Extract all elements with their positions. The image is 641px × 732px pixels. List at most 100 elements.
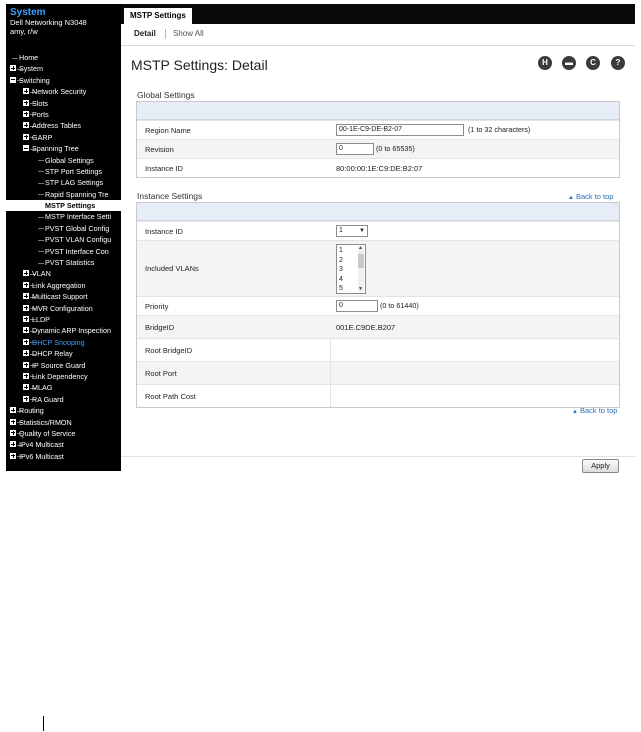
tree-connector xyxy=(12,57,18,59)
vlan-option[interactable]: 4 xyxy=(339,275,343,285)
root-port-label: Root Port xyxy=(145,369,177,378)
back-to-top-link[interactable]: ▲ Back to top xyxy=(568,192,613,201)
nav-item-dynamic-arp-inspection[interactable]: Dynamic ARP Inspection xyxy=(6,325,121,336)
expand-icon[interactable] xyxy=(23,304,29,311)
scroll-up-icon[interactable]: ▲ xyxy=(358,246,363,251)
nav-item-ipv4-multicast[interactable]: IPv4 Multicast xyxy=(6,439,121,450)
nav-item-pvst-global-config[interactable]: PVST Global Config xyxy=(6,223,121,234)
nav-item-label: LLDP xyxy=(32,314,50,324)
help-icon[interactable]: ? xyxy=(611,56,625,70)
nav-item-pvst-interface-con[interactable]: PVST Interface Con xyxy=(6,246,121,257)
save-icon[interactable]: H xyxy=(538,56,552,70)
scroll-thumb[interactable] xyxy=(358,254,364,268)
nav-item-ra-guard[interactable]: RA Guard xyxy=(6,394,121,405)
subtab-detail[interactable]: Detail xyxy=(134,28,156,40)
nav-item-ip-source-guard[interactable]: IP Source Guard xyxy=(6,360,121,371)
priority-input[interactable]: 0 xyxy=(336,300,378,312)
expand-icon[interactable] xyxy=(10,429,16,436)
nav-item-dhcp-relay[interactable]: DHCP Relay xyxy=(6,348,121,359)
nav-item-label: STP LAG Settings xyxy=(45,178,104,188)
nav-item-routing[interactable]: Routing xyxy=(6,405,121,416)
scroll-down-icon[interactable]: ▼ xyxy=(358,287,363,292)
instance-settings-title: Instance Settings xyxy=(137,191,203,201)
nav-item-switching[interactable]: Switching xyxy=(6,75,121,86)
navigation-sidebar: System Dell Networking N3048 amy, r/w Ho… xyxy=(6,4,121,471)
expand-icon[interactable] xyxy=(10,441,16,448)
expand-icon[interactable] xyxy=(23,315,29,322)
expand-icon[interactable] xyxy=(10,407,16,414)
nav-item-ipv6-multicast[interactable]: IPv6 Multicast xyxy=(6,451,121,462)
expand-icon[interactable] xyxy=(23,99,29,106)
nav-item-mstp-settings[interactable]: MSTP Settings xyxy=(6,200,121,212)
nav-item-multicast-support[interactable]: Multicast Support xyxy=(6,291,121,302)
nav-item-garp[interactable]: GARP xyxy=(6,132,121,143)
apply-button[interactable]: Apply xyxy=(582,459,619,473)
nav-item-lldp[interactable]: LLDP xyxy=(6,314,121,325)
expand-icon[interactable] xyxy=(23,361,29,368)
expand-icon[interactable] xyxy=(23,395,29,402)
nav-item-link-aggregation[interactable]: Link Aggregation xyxy=(6,280,121,291)
vlan-option[interactable]: 5 xyxy=(339,284,343,294)
refresh-icon[interactable]: C xyxy=(586,56,600,70)
expand-icon[interactable] xyxy=(10,65,16,72)
expand-icon[interactable] xyxy=(23,384,29,391)
instance-id-select[interactable]: 1 ▼ xyxy=(336,225,368,237)
nav-item-mvr-configuration[interactable]: MVR Configuration xyxy=(6,303,121,314)
included-vlans-row: Included VLANs 1 2 3 4 5 ▲ ▼ xyxy=(137,240,619,296)
expand-icon[interactable] xyxy=(23,270,29,277)
expand-icon[interactable] xyxy=(23,372,29,379)
collapse-icon[interactable] xyxy=(23,145,29,152)
expand-icon[interactable] xyxy=(23,293,29,300)
expand-icon[interactable] xyxy=(23,88,29,95)
nav-item-pvst-vlan-configu[interactable]: PVST VLAN Configu xyxy=(6,234,121,245)
expand-icon[interactable] xyxy=(23,327,29,334)
tree-connector xyxy=(38,194,44,196)
root-port-row: Root Port xyxy=(137,361,619,384)
nav-item-home[interactable]: Home xyxy=(6,52,121,63)
nav-item-link-dependency[interactable]: Link Dependency xyxy=(6,371,121,382)
nav-item-mlag[interactable]: MLAG xyxy=(6,382,121,393)
tab-mstp-settings[interactable]: MSTP Settings xyxy=(124,8,192,24)
nav-item-stp-lag-settings[interactable]: STP LAG Settings xyxy=(6,177,121,188)
print-icon[interactable]: ▬ xyxy=(562,56,576,70)
tree-connector xyxy=(38,251,44,253)
expand-icon[interactable] xyxy=(23,133,29,140)
nav-item-dhcp-snooping[interactable]: DHCP Snooping xyxy=(6,337,121,348)
nav-item-address-tables[interactable]: Address Tables xyxy=(6,120,121,131)
revision-input[interactable]: 0 xyxy=(336,143,374,155)
expand-icon[interactable] xyxy=(23,350,29,357)
nav-item-global-settings[interactable]: Global Settings xyxy=(6,155,121,166)
nav-item-mstp-interface-setti[interactable]: MSTP Interface Setti xyxy=(6,211,121,222)
nav-item-pvst-statistics[interactable]: PVST Statistics xyxy=(6,257,121,268)
back-to-top-link[interactable]: ▲ Back to top xyxy=(572,406,617,415)
subtab-show-all[interactable]: Show All xyxy=(173,28,204,40)
expand-icon[interactable] xyxy=(23,338,29,345)
nav-item-network-security[interactable]: Network Security xyxy=(6,86,121,97)
nav-item-label: STP Port Settings xyxy=(45,166,102,176)
region-name-input[interactable]: 00-1E-C9-DE-B2-07 xyxy=(336,124,464,136)
nav-item-stp-port-settings[interactable]: STP Port Settings xyxy=(6,166,121,177)
nav-item-system[interactable]: System xyxy=(6,63,121,74)
nav-item-spanning-tree[interactable]: Spanning Tree xyxy=(6,143,121,154)
listbox-scrollbar[interactable]: ▲ ▼ xyxy=(358,246,364,292)
expand-icon[interactable] xyxy=(10,452,16,459)
expand-icon[interactable] xyxy=(23,122,29,129)
included-vlans-listbox[interactable]: 1 2 3 4 5 ▲ ▼ xyxy=(336,244,366,294)
nav-item-quality-of-service[interactable]: Quality of Service xyxy=(6,428,121,439)
vlan-option[interactable]: 3 xyxy=(339,265,343,275)
expand-icon[interactable] xyxy=(23,110,29,117)
expand-icon[interactable] xyxy=(23,281,29,288)
nav-item-ports[interactable]: Ports xyxy=(6,109,121,120)
vlan-option[interactable]: 1 xyxy=(339,246,343,256)
instance-id-label: Instance ID xyxy=(145,227,183,236)
nav-item-slots[interactable]: Slots xyxy=(6,98,121,109)
collapse-icon[interactable] xyxy=(10,76,16,83)
expand-icon[interactable] xyxy=(10,418,16,425)
instance-id-selected: 1 xyxy=(339,227,343,234)
nav-item-rapid-spanning-tre[interactable]: Rapid Spanning Tre xyxy=(6,189,121,200)
nav-item-vlan[interactable]: VLAN xyxy=(6,268,121,279)
region-name-row: Region Name 00-1E-C9-DE-B2-07 (1 to 32 c… xyxy=(137,120,619,139)
column-divider xyxy=(330,385,331,407)
vlan-option[interactable]: 2 xyxy=(339,256,343,266)
nav-item-statistics-rmon[interactable]: Statistics/RMON xyxy=(6,417,121,428)
